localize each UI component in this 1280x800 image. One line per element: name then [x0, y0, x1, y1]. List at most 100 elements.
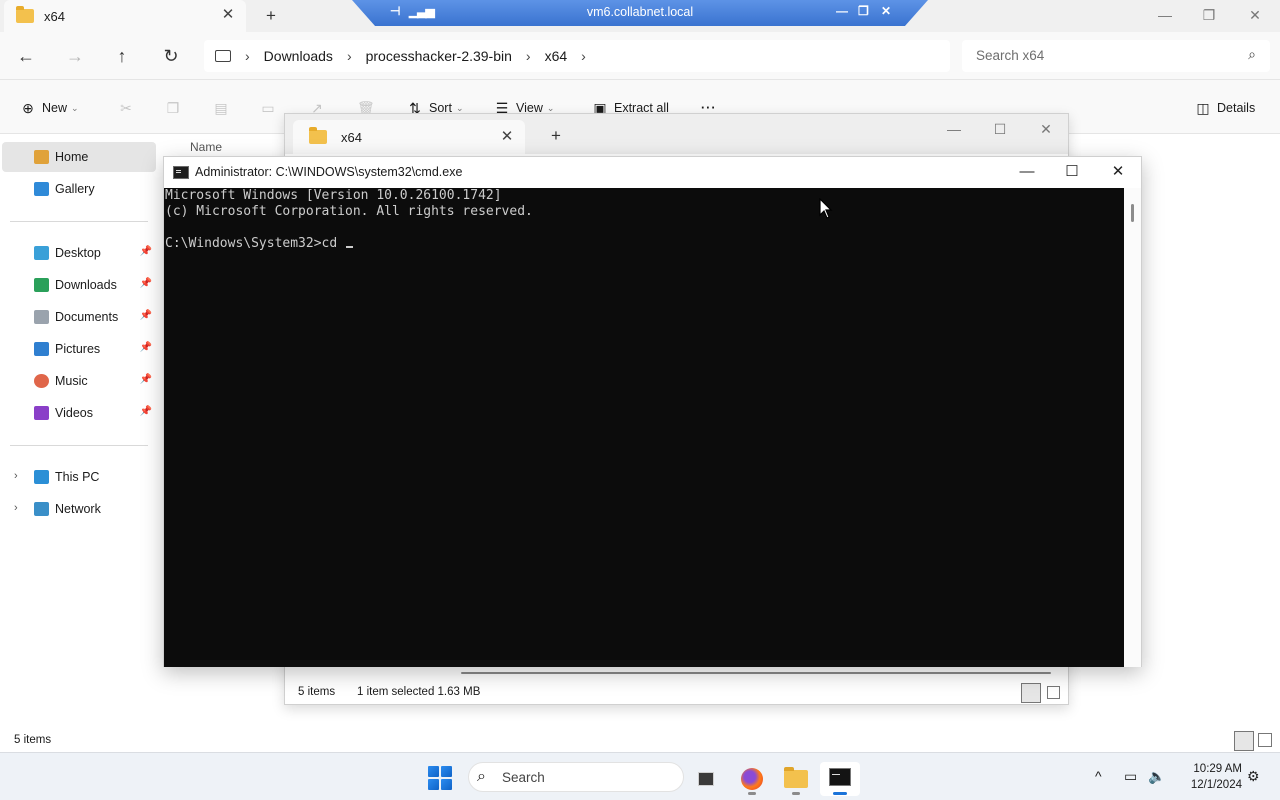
restore-icon[interactable]: ❐: [1186, 0, 1232, 32]
console-line: Microsoft Windows [Version 10.0.26100.17…: [165, 188, 502, 203]
file-explorer-icon[interactable]: [776, 762, 816, 796]
search-input[interactable]: Search x64 ⌕: [962, 40, 1270, 72]
pin-icon[interactable]: 📌: [140, 246, 152, 257]
pin-icon[interactable]: 📌: [140, 342, 152, 353]
breadcrumb-downloads[interactable]: Downloads: [264, 48, 333, 64]
divider: [10, 445, 148, 446]
chevron-down-icon: ⌄: [455, 102, 464, 113]
command-prompt-window[interactable]: Administrator: C:\WINDOWS\system32\cmd.e…: [163, 156, 1142, 667]
new-tab-icon[interactable]: +: [262, 6, 280, 26]
pictures-icon: [34, 342, 49, 356]
sidebar-item-label: Network: [55, 502, 101, 516]
chevron-right-icon[interactable]: ›: [526, 48, 531, 64]
tiles-view-icon[interactable]: [1258, 733, 1272, 747]
network-icon[interactable]: ▭: [1124, 768, 1137, 785]
restore-icon[interactable]: ❐: [858, 4, 869, 18]
taskbar: ⌕ Search ^ ▭ 🔈 10:29 AM 12/1/2024 ⚙: [0, 752, 1280, 800]
explorer-tab[interactable]: x64 ✕: [4, 0, 246, 32]
close-icon[interactable]: ✕: [1095, 157, 1141, 188]
column-header-name[interactable]: Name: [190, 140, 222, 154]
new-label: New: [42, 101, 68, 115]
chevron-right-icon[interactable]: ›: [14, 470, 18, 482]
up-arrow-icon[interactable]: ↑: [110, 44, 134, 68]
chevron-right-icon[interactable]: ›: [347, 48, 352, 64]
music-icon: [34, 374, 49, 388]
pin-icon[interactable]: 📌: [140, 278, 152, 289]
windows-start-icon[interactable]: [428, 766, 452, 790]
console-prompt-line[interactable]: C:\Windows\System32>cd: [165, 236, 354, 252]
details-view-icon[interactable]: [1021, 683, 1041, 703]
horizontal-scrollbar[interactable]: [461, 672, 1051, 674]
forward-arrow-icon[interactable]: →: [63, 44, 87, 68]
chevron-right-icon[interactable]: ›: [581, 48, 586, 64]
tab-title: x64: [341, 129, 362, 145]
gallery-icon: [34, 182, 49, 196]
close-icon[interactable]: ✕: [1232, 0, 1278, 32]
back-arrow-icon[interactable]: ←: [14, 44, 38, 68]
clock-time: 10:29 AM: [1193, 763, 1242, 775]
taskbar-search[interactable]: ⌕ Search: [468, 762, 684, 792]
details-label: Details: [1217, 101, 1256, 115]
new-button[interactable]: ⊕ New ⌄: [20, 98, 78, 118]
sidebar-item-downloads[interactable]: Downloads 📌: [2, 270, 156, 300]
sidebar-item-home[interactable]: Home: [2, 142, 156, 172]
sidebar-item-videos[interactable]: Videos 📌: [2, 398, 156, 428]
copy-button[interactable]: ❐: [165, 98, 187, 118]
refresh-icon[interactable]: ↻: [159, 44, 183, 68]
search-icon: ⌕: [477, 768, 486, 785]
sidebar-item-this-pc[interactable]: › This PC: [2, 462, 156, 492]
rename-button[interactable]: ▭: [260, 98, 282, 118]
remote-desktop-connection-bar: ⊣ ▁▃▅ vm6.collabnet.local — ❐ ✕: [352, 0, 928, 26]
sidebar-item-label: Gallery: [55, 182, 95, 196]
close-icon[interactable]: ✕: [1023, 114, 1069, 146]
sidebar-item-desktop[interactable]: Desktop 📌: [2, 238, 156, 268]
network-icon: [34, 502, 49, 516]
folder-icon: [309, 127, 327, 144]
text-cursor: [346, 246, 354, 248]
this-pc-icon: [215, 50, 231, 62]
address-bar[interactable]: › Downloads › processhacker-2.39-bin › x…: [204, 40, 950, 72]
minimize-icon[interactable]: —: [931, 114, 977, 146]
cmd-title-bar[interactable]: Administrator: C:\WINDOWS\system32\cmd.e…: [164, 157, 1141, 188]
tiles-view-icon[interactable]: [1047, 686, 1060, 699]
vertical-scrollbar[interactable]: [1124, 188, 1141, 667]
chevron-right-icon[interactable]: ›: [14, 502, 18, 514]
tab-close-icon[interactable]: ✕: [499, 129, 515, 145]
pin-icon[interactable]: 📌: [140, 310, 152, 321]
sidebar-item-pictures[interactable]: Pictures 📌: [2, 334, 156, 364]
breadcrumb-processhacker[interactable]: processhacker-2.39-bin: [366, 48, 512, 64]
tab-close-icon[interactable]: ✕: [220, 7, 236, 23]
sidebar-item-documents[interactable]: Documents 📌: [2, 302, 156, 332]
pin-icon[interactable]: 📌: [140, 374, 152, 385]
volume-icon[interactable]: 🔈: [1148, 768, 1165, 785]
chevron-down-icon: ⌄: [546, 102, 555, 113]
firefox-icon[interactable]: [732, 762, 772, 796]
chevron-up-icon[interactable]: ^: [1095, 768, 1102, 784]
breadcrumb-x64[interactable]: x64: [545, 48, 568, 64]
notification-icon[interactable]: ⚙: [1247, 768, 1260, 785]
cut-button[interactable]: ✂: [118, 98, 140, 118]
close-icon[interactable]: ✕: [881, 4, 891, 18]
running-indicator: [748, 792, 756, 795]
divider: [10, 221, 148, 222]
new-tab-icon[interactable]: +: [547, 126, 565, 146]
details-button[interactable]: ◫ Details: [1195, 98, 1255, 118]
details-view-icon[interactable]: [1234, 731, 1254, 751]
minimize-icon[interactable]: —: [836, 4, 848, 18]
paste-button[interactable]: ▤: [213, 98, 235, 118]
sidebar-item-gallery[interactable]: Gallery: [2, 174, 156, 204]
clock[interactable]: 10:29 AM 12/1/2024: [1170, 761, 1242, 793]
pin-icon[interactable]: 📌: [140, 406, 152, 417]
explorer2-tab[interactable]: x64 ✕: [293, 120, 525, 154]
maximize-icon[interactable]: ☐: [1049, 157, 1095, 188]
task-view-icon[interactable]: [687, 762, 727, 796]
command-prompt-icon[interactable]: [820, 762, 860, 796]
sidebar-item-music[interactable]: Music 📌: [2, 366, 156, 396]
sidebar-item-network[interactable]: › Network: [2, 494, 156, 524]
maximize-icon[interactable]: ☐: [977, 114, 1023, 146]
minimize-icon[interactable]: —: [1004, 157, 1050, 188]
scrollbar-thumb[interactable]: [1131, 204, 1134, 222]
minimize-icon[interactable]: —: [1142, 0, 1188, 32]
status-item-count: 5 items: [14, 734, 52, 746]
console-output[interactable]: Microsoft Windows [Version 10.0.26100.17…: [164, 188, 1124, 667]
